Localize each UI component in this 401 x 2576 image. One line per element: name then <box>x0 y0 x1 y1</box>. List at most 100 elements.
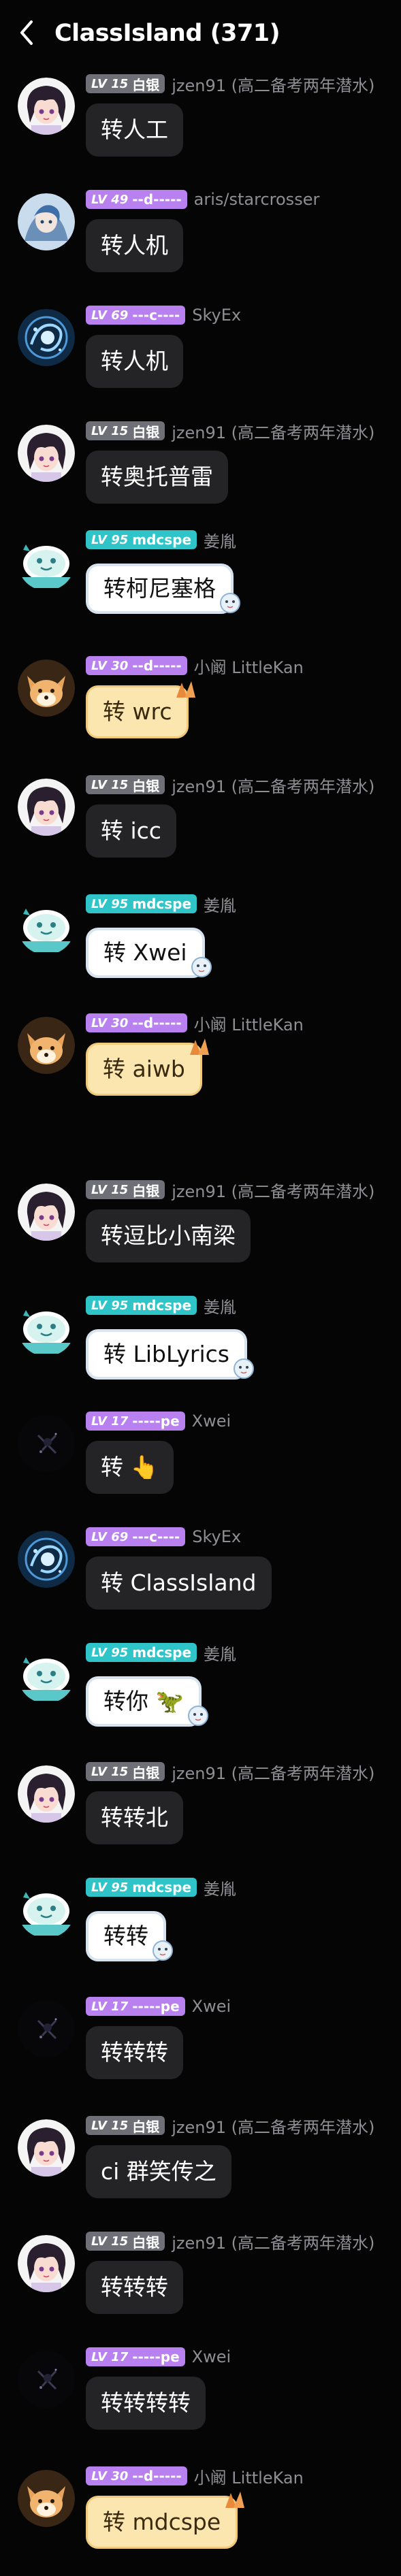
message-bubble[interactable]: 转转北 <box>86 1791 183 1844</box>
anime-avatar-icon[interactable] <box>18 1765 75 1823</box>
sender-name[interactable]: jzen91 (高二备考两年潜水) <box>172 773 374 797</box>
sender-name[interactable]: jzen91 (高二备考两年潜水) <box>172 2114 374 2138</box>
message-bubble[interactable]: 转逗比小南梁 <box>86 1209 251 1262</box>
message-row: LV 15 白银 jzen91 (高二备考两年潜水) 转奥托普雷 <box>0 415 401 524</box>
message-bubble[interactable]: 转转转 <box>86 2261 183 2314</box>
message-bubble[interactable]: 转柯尼塞格 <box>86 564 234 614</box>
message-bubble[interactable]: 转 LibLyrics <box>86 1329 247 1380</box>
dark-avatar-icon[interactable] <box>18 2000 75 2057</box>
sender-meta: LV 17 -----pe Xwei <box>86 1996 231 2017</box>
title-label: mdcspe <box>132 1644 192 1661</box>
cartoon-avatar-icon[interactable] <box>18 1299 75 1356</box>
level-label: LV 15 <box>91 2118 129 2133</box>
sender-meta: LV 17 -----pe Xwei <box>86 2347 231 2367</box>
message-row: LV 15 白银 jzen91 (高二备考两年潜水) 转人工 <box>0 68 401 177</box>
level-label: LV 15 <box>91 76 129 91</box>
sender-name[interactable]: Xwei <box>192 2347 231 2366</box>
message-bubble[interactable]: 转 ClassIsland <box>86 1556 272 1610</box>
sender-name[interactable]: Xwei <box>192 1997 231 2016</box>
anime-avatar-icon[interactable] <box>18 2235 75 2292</box>
sender-name[interactable]: 姜胤 <box>204 1294 236 1318</box>
sender-name[interactable]: SkyEx <box>192 1527 241 1546</box>
message-row: LV 17 -----pe Xwei 转 👆 <box>0 1405 401 1514</box>
message-bubble[interactable]: 转 Xwei <box>86 928 205 978</box>
message-bubble[interactable]: 转人工 <box>86 103 183 157</box>
title-label: 白银 <box>132 76 160 93</box>
message-bubble[interactable]: 转转转转 <box>86 2377 206 2430</box>
sender-name[interactable]: jzen91 (高二备考两年潜水) <box>172 419 374 443</box>
sender-meta: LV 95 mdcspe 姜胤 <box>86 892 236 916</box>
level-label: LV 69 <box>91 308 129 323</box>
sender-name[interactable]: 姜胤 <box>204 892 236 916</box>
sender-meta: LV 95 mdcspe 姜胤 <box>86 1641 236 1665</box>
cartoon-avatar-icon[interactable] <box>18 898 75 955</box>
message-bubble[interactable]: 转你 🦖 <box>86 1676 202 1727</box>
message-bubble[interactable]: 转奥托普雷 <box>86 451 228 504</box>
message-bubble[interactable]: 转 mdcspe <box>86 2496 238 2549</box>
level-badge: LV 17 -----pe <box>86 1412 185 1431</box>
anime-avatar-icon[interactable] <box>18 779 75 836</box>
message-bubble[interactable]: ci 群笑传之 <box>86 2145 231 2198</box>
anime-avatar-icon[interactable] <box>18 425 75 482</box>
cartoon-avatar-icon[interactable] <box>18 1646 75 1703</box>
sender-name[interactable]: jzen91 (高二备考两年潜水) <box>172 1178 374 1202</box>
title-label: mdcspe <box>132 896 192 912</box>
title-label: mdcspe <box>132 532 192 548</box>
message-bubble[interactable]: 转转转 <box>86 2026 183 2079</box>
title-label: 白银 <box>132 2118 160 2135</box>
sender-name[interactable]: SkyEx <box>192 306 241 325</box>
cartoon-avatar-icon[interactable] <box>18 534 75 591</box>
sender-name[interactable]: jzen91 (高二备考两年潜水) <box>172 2230 374 2253</box>
sender-name[interactable]: 小阚 LittleKan <box>194 1011 304 1035</box>
sender-meta: LV 30 --d----- 小阚 LittleKan <box>86 1011 304 1035</box>
sender-name[interactable]: 小阚 LittleKan <box>194 2464 304 2488</box>
title-label: -----pe <box>132 1413 180 1429</box>
message-row: LV 49 --d----- aris/starcrosser 转人机 <box>0 184 401 293</box>
dark-avatar-icon[interactable] <box>18 2351 75 2408</box>
anime-avatar-icon[interactable] <box>18 1184 75 1241</box>
title-label: 白银 <box>132 1764 160 1781</box>
sender-name[interactable]: jzen91 (高二备考两年潜水) <box>172 72 374 96</box>
message-bubble[interactable]: 转 icc <box>86 804 176 858</box>
message-bubble[interactable]: 转人机 <box>86 335 183 388</box>
fox-avatar-icon[interactable] <box>18 659 75 717</box>
anime-avatar-icon[interactable] <box>18 78 75 135</box>
level-badge: LV 95 mdcspe <box>86 1643 197 1662</box>
title-label: ---c---- <box>132 1529 180 1545</box>
sender-meta: LV 49 --d----- aris/starcrosser <box>86 189 319 210</box>
level-label: LV 95 <box>91 896 129 911</box>
dark-avatar-icon[interactable] <box>18 1415 75 1472</box>
sender-name[interactable]: Xwei <box>192 1412 231 1431</box>
level-label: LV 30 <box>91 658 129 673</box>
message-bubble[interactable]: 转 aiwb <box>86 1043 202 1096</box>
sender-name[interactable]: 姜胤 <box>204 528 236 552</box>
sender-name[interactable]: 姜胤 <box>204 1876 236 1900</box>
message-bubble[interactable]: 转 👆 <box>86 1441 174 1494</box>
sender-meta: LV 15 白银 jzen91 (高二备考两年潜水) <box>86 2230 374 2253</box>
level-badge: LV 17 -----pe <box>86 2347 185 2366</box>
sender-name[interactable]: 小阚 LittleKan <box>194 654 304 678</box>
level-label: LV 15 <box>91 777 129 792</box>
cartoon-avatar-icon[interactable] <box>18 1881 75 1938</box>
sender-name[interactable]: aris/starcrosser <box>194 190 320 209</box>
message-row: LV 17 -----pe Xwei 转转转转 <box>0 2341 401 2450</box>
back-arrow-icon[interactable] <box>15 15 39 50</box>
level-badge: LV 15 白银 <box>86 2116 165 2135</box>
sender-name[interactable]: 姜胤 <box>204 1641 236 1665</box>
blue-swirl-avatar-icon[interactable] <box>18 309 75 366</box>
sticker-fox-icon <box>176 681 195 698</box>
level-label: LV 15 <box>91 423 129 438</box>
blue-swirl-avatar-icon[interactable] <box>18 1531 75 1588</box>
blue-character-avatar-icon[interactable] <box>18 193 75 250</box>
level-label: LV 17 <box>91 1999 129 2014</box>
level-badge: LV 15 白银 <box>86 2232 165 2251</box>
title-label: mdcspe <box>132 1879 192 1895</box>
message-bubble[interactable]: 转人机 <box>86 219 183 272</box>
level-label: LV 95 <box>91 1298 129 1313</box>
sender-name[interactable]: jzen91 (高二备考两年潜水) <box>172 1760 374 1784</box>
fox-avatar-icon[interactable] <box>18 1017 75 1074</box>
anime-avatar-icon[interactable] <box>18 2119 75 2176</box>
sticker-bear-icon <box>234 1358 254 1379</box>
message-row: LV 95 mdcspe 姜胤 转转 <box>0 1872 401 1980</box>
fox-avatar-icon[interactable] <box>18 2470 75 2527</box>
